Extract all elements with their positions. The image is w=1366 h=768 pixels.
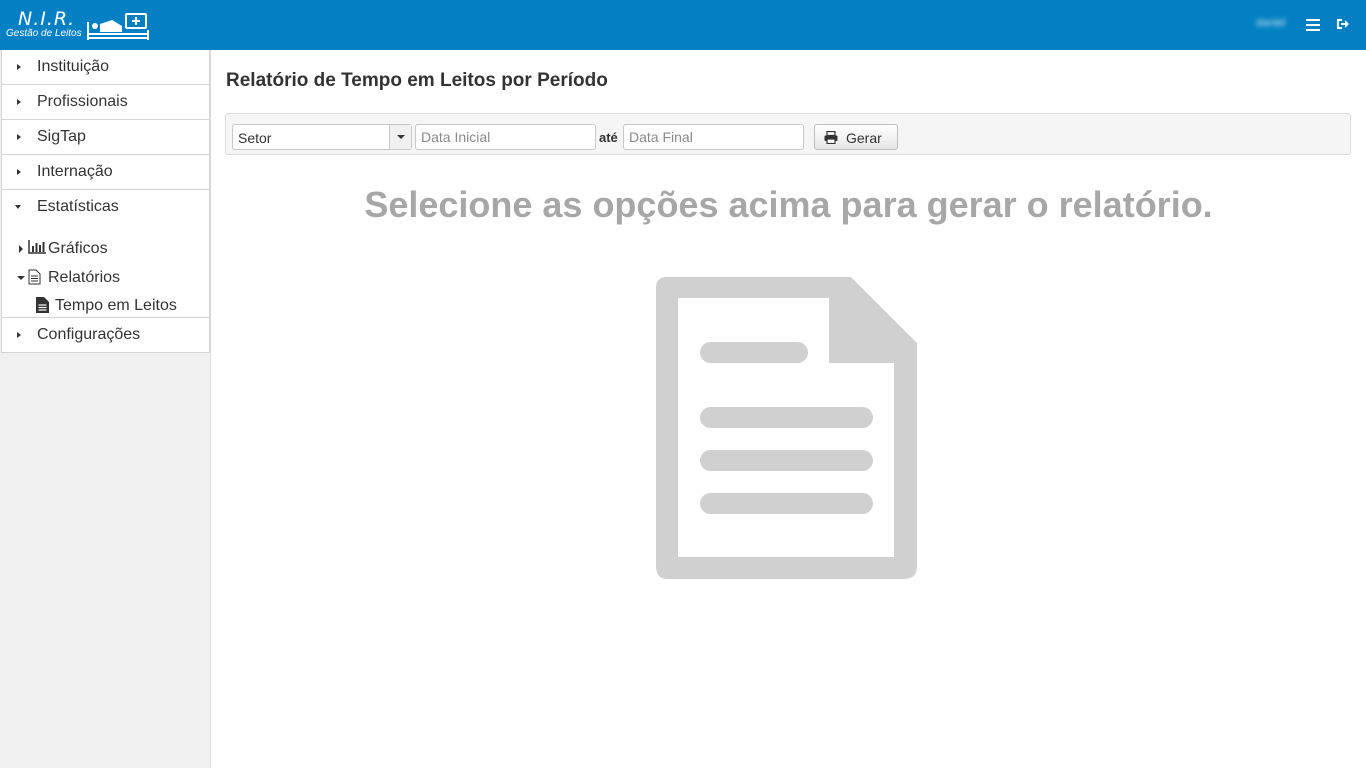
print-icon xyxy=(824,131,838,144)
user-name[interactable]: daniel xyxy=(1256,17,1285,29)
select-toggle[interactable] xyxy=(389,125,411,149)
logo-title: N.I.R. xyxy=(18,8,76,30)
gerar-button-label: Gerar xyxy=(846,130,882,146)
caret-right-icon xyxy=(17,332,21,338)
sidebar-item-sigtap[interactable]: SigTap xyxy=(1,120,210,155)
bar-chart-icon xyxy=(28,240,46,254)
sidebar-item-label: SigTap xyxy=(37,128,86,145)
chevron-down-icon xyxy=(397,135,405,139)
sign-out-icon[interactable] xyxy=(1336,17,1350,31)
caret-down-icon xyxy=(17,276,25,280)
page-title: Relatório de Tempo em Leitos por Período xyxy=(226,70,608,91)
data-final-input[interactable] xyxy=(623,124,804,150)
sidebar-group-estatisticas: Estatísticas Gráficos Relatórios Tempo e… xyxy=(1,190,210,318)
file-icon xyxy=(36,297,49,313)
top-navbar: N.I.R. Gestão de Leitos daniel xyxy=(0,0,1366,50)
sidebar-item-configuracoes[interactable]: Configurações xyxy=(1,318,210,353)
sidebar-item-label: Configurações xyxy=(37,326,141,343)
sidebar-subitem-relatorios[interactable]: Relatórios xyxy=(2,266,209,290)
document-icon xyxy=(656,277,917,579)
caret-right-icon xyxy=(17,169,21,175)
file-text-icon xyxy=(28,269,41,285)
caret-down-icon xyxy=(15,205,21,209)
sidebar-item-instituicao[interactable]: Instituição xyxy=(1,50,210,85)
app-logo[interactable]: N.I.R. Gestão de Leitos xyxy=(6,6,156,44)
setor-select[interactable]: Setor xyxy=(232,124,412,150)
empty-state-message: Selecione as opções acima para gerar o r… xyxy=(364,184,1213,225)
hospital-bed-icon xyxy=(87,13,149,40)
gerar-button[interactable]: Gerar xyxy=(814,124,898,150)
caret-right-icon xyxy=(17,99,21,105)
data-inicial-input[interactable] xyxy=(415,124,596,150)
sidebar-subitem-tempo-em-leitos[interactable]: Tempo em Leitos xyxy=(2,294,209,318)
sidebar-item-profissionais[interactable]: Profissionais xyxy=(1,85,210,120)
sidebar-item-label: Instituição xyxy=(37,58,110,75)
sidebar-subitem-label: Gráficos xyxy=(48,240,108,257)
sidebar-item-label: Internação xyxy=(37,163,113,180)
caret-right-icon xyxy=(17,134,21,140)
sidebar-item-internacao[interactable]: Internação xyxy=(1,155,210,190)
sidebar-item-label: Profissionais xyxy=(37,93,128,110)
sidebar-item-estatisticas[interactable]: Estatísticas xyxy=(2,190,209,225)
caret-right-icon xyxy=(17,64,21,70)
sidebar-subitem-graficos[interactable]: Gráficos xyxy=(2,237,209,261)
sidebar-subitem-label: Relatórios xyxy=(48,269,121,286)
sidebar: Instituição Profissionais SigTap Interna… xyxy=(0,50,211,768)
sidebar-item-label: Estatísticas xyxy=(37,198,119,215)
sidebar-subitem-label: Tempo em Leitos xyxy=(55,297,177,314)
caret-right-icon xyxy=(19,245,23,253)
hamburger-icon[interactable] xyxy=(1306,18,1320,32)
setor-select-value: Setor xyxy=(238,130,272,146)
filter-toolbar: Setor até Gerar xyxy=(225,113,1351,155)
logo-subtitle: Gestão de Leitos xyxy=(6,28,82,39)
ate-label: até xyxy=(599,130,618,145)
